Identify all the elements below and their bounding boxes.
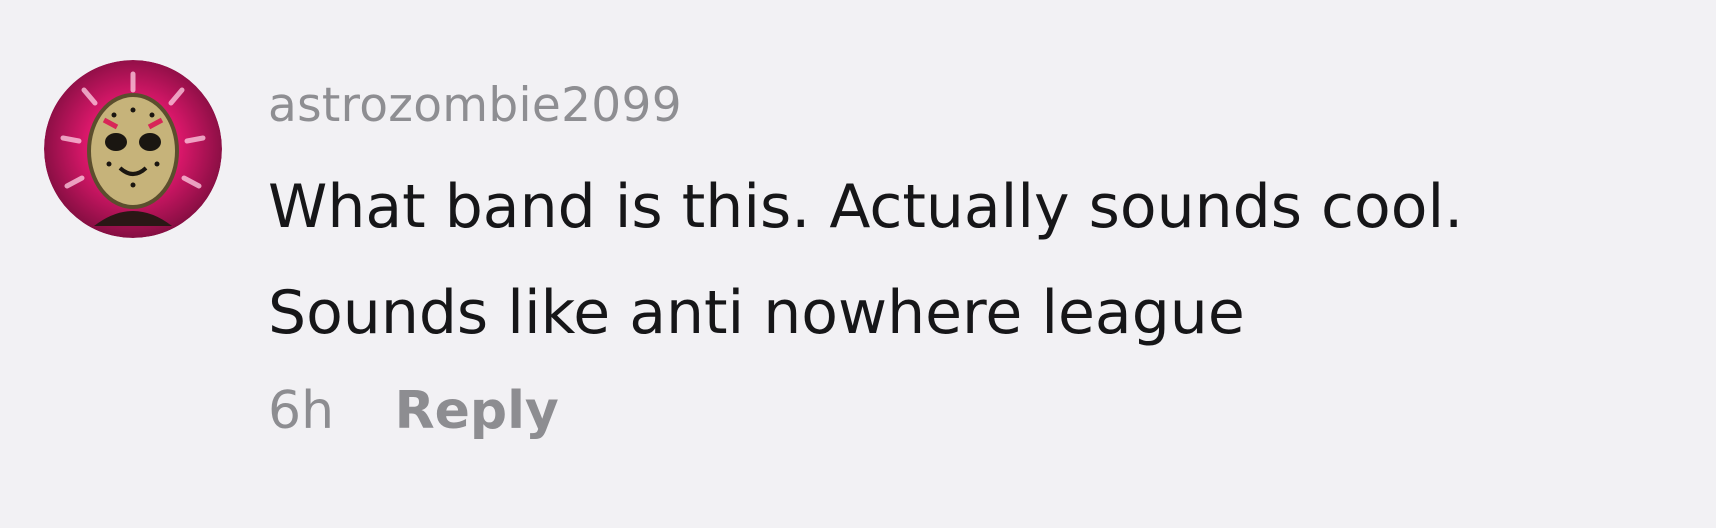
comment-text: What band is this. Actually sounds cool.… (268, 154, 1698, 366)
timestamp: 6h (268, 381, 335, 441)
hockey-mask-avatar-icon (44, 60, 222, 238)
comment-body: astrozombie2099 What band is this. Actua… (268, 72, 1698, 446)
comment-text-line: Sounds like anti nowhere league (268, 278, 1245, 348)
avatar[interactable] (44, 60, 222, 238)
username[interactable]: astrozombie2099 (268, 72, 1698, 140)
comment-meta: 6h Reply (268, 376, 1698, 446)
comment-item: astrozombie2099 What band is this. Actua… (0, 0, 1716, 528)
comment-text-line: What band is this. Actually sounds cool. (268, 172, 1464, 242)
reply-button[interactable]: Reply (395, 381, 559, 441)
